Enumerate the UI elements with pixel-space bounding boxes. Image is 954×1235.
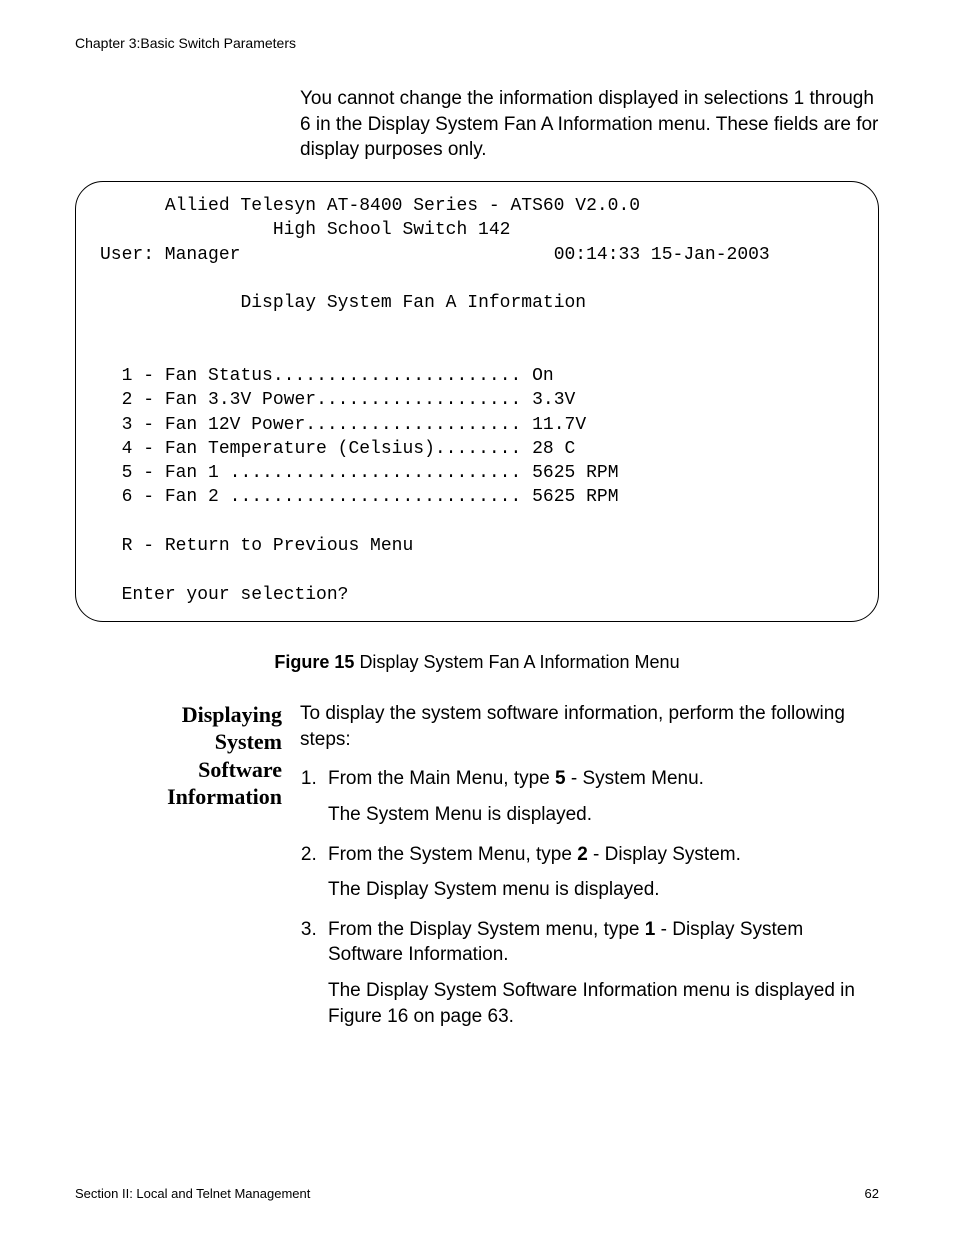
terminal-timestamp: 00:14:33 15-Jan-2003 [554,245,770,265]
side-heading: Displaying System Software Information [75,701,300,811]
terminal-row: 2 - Fan 3.3V Power................... 3.… [100,390,575,410]
intro-paragraph: You cannot change the information displa… [300,86,879,163]
side-heading-line: System [75,728,282,756]
side-heading-line: Software [75,756,282,784]
terminal-spacer [240,245,553,265]
terminal-return: R - Return to Previous Menu [100,536,413,556]
step-item: From the System Menu, type 2 - Display S… [322,842,879,903]
body-column: To display the system software informati… [300,701,879,1043]
figure-caption: Figure 15 Display System Fan A Informati… [75,652,879,673]
step-item: From the Main Menu, type 5 - System Menu… [322,766,879,827]
footer-right: 62 [865,1186,879,1201]
page-footer: Section II: Local and Telnet Management … [75,1186,879,1201]
terminal-screen: Allied Telesyn AT-8400 Series - ATS60 V2… [75,181,879,622]
terminal-row: 3 - Fan 12V Power.................... 11… [100,415,586,435]
side-heading-line: Displaying [75,701,282,729]
terminal-subtitle-pad [100,293,240,313]
terminal-prompt: Enter your selection? [100,585,348,605]
section-lead: To display the system software informati… [300,701,879,752]
step-result: The Display System menu is displayed. [328,877,879,903]
terminal-row: 4 - Fan Temperature (Celsius)........ 28… [100,439,575,459]
terminal-title-2-text: High School Switch 142 [273,220,511,240]
terminal-title-2 [100,220,273,240]
terminal-title-1-text: Allied Telesyn AT-8400 Series - ATS60 V2… [165,196,640,216]
step-result: The System Menu is displayed. [328,802,879,828]
step-result: The Display System Software Information … [328,978,879,1029]
figure-caption-text: Display System Fan A Information Menu [359,652,679,672]
terminal-row: 1 - Fan Status....................... On [100,366,554,386]
side-heading-line: Information [75,783,282,811]
page: Chapter 3:Basic Switch Parameters You ca… [0,0,954,1235]
step-item: From the Display System menu, type 1 - D… [322,917,879,1030]
section-two-col: Displaying System Software Information T… [75,701,879,1043]
footer-left: Section II: Local and Telnet Management [75,1186,310,1201]
terminal-title-1 [100,196,165,216]
terminal-subtitle: Display System Fan A Information [240,293,586,313]
steps-list: From the Main Menu, type 5 - System Menu… [300,766,879,1029]
terminal-row: 6 - Fan 2 ........................... 56… [100,487,619,507]
chapter-header: Chapter 3:Basic Switch Parameters [75,35,879,51]
figure-label: Figure 15 [274,652,354,672]
terminal-user: User: Manager [100,245,240,265]
terminal-row: 5 - Fan 1 ........................... 56… [100,463,619,483]
